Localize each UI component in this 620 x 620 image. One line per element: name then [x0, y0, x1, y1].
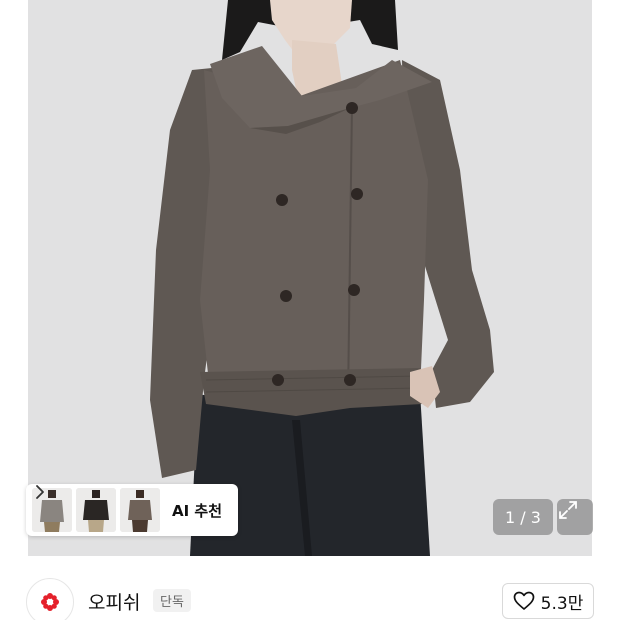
thumb-black-knit-icon: [76, 488, 116, 532]
ai-thumb-3[interactable]: [120, 488, 160, 532]
hero-right-margin: [592, 0, 620, 556]
like-count: 5.3만: [540, 593, 584, 614]
hero-left-margin: [0, 0, 28, 556]
brand-name[interactable]: 오피쉬: [88, 588, 140, 615]
heart-icon: [513, 591, 535, 610]
product-image[interactable]: AI 추천 1 / 3: [0, 0, 620, 556]
thumb-brown-knit-icon: [120, 488, 160, 532]
like-button[interactable]: 5.3만: [502, 583, 594, 619]
ai-thumb-2[interactable]: [76, 488, 116, 532]
chevron-right-icon: [36, 485, 44, 499]
expand-icon: [559, 501, 577, 519]
image-counter: 1 / 3: [493, 499, 553, 535]
ai-recommend-chip[interactable]: AI 추천: [26, 484, 238, 536]
expand-button[interactable]: [557, 499, 593, 535]
flower-logo-icon: [41, 593, 59, 611]
product-photo-illustration: [28, 0, 592, 556]
product-detail-page: AI 추천 1 / 3 오피쉬 단독 5.3만: [0, 0, 620, 620]
ai-recommend-label: AI 추천: [172, 501, 223, 520]
brand-logo[interactable]: [26, 578, 74, 620]
exclusive-badge: 단독: [153, 589, 191, 612]
image-counter-text: 1 / 3: [505, 507, 541, 527]
